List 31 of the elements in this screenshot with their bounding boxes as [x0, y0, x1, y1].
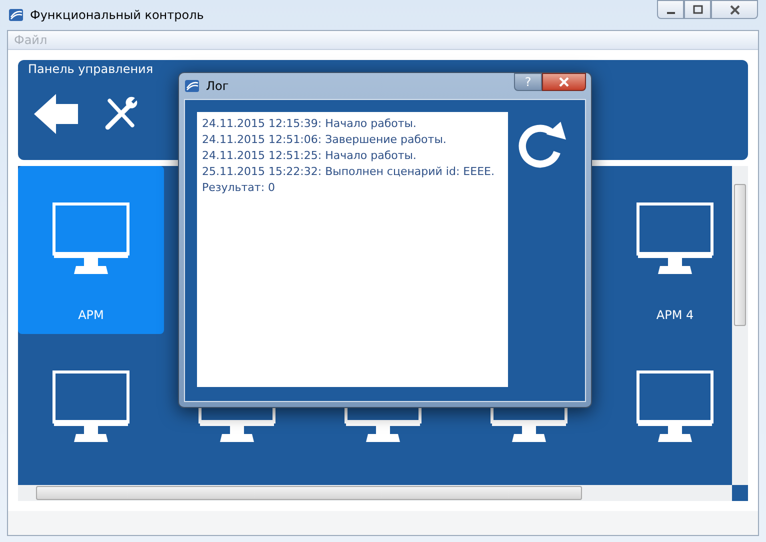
back-arrow-icon[interactable]	[34, 94, 80, 134]
log-line: 24.11.2015 12:15:39: Начало работы.	[202, 116, 416, 132]
vertical-scrollbar[interactable]	[732, 166, 748, 485]
app-logo-icon	[8, 7, 24, 23]
maximize-button[interactable]	[684, 0, 711, 19]
close-button[interactable]	[542, 73, 586, 91]
panel-title: Панель управления	[28, 62, 154, 76]
close-icon	[558, 77, 570, 87]
minimize-button[interactable]	[657, 0, 684, 19]
monitor-icon	[636, 202, 714, 274]
app-logo-icon	[184, 78, 200, 94]
close-icon	[728, 4, 740, 14]
monitor-icon	[636, 370, 714, 442]
log-line: 24.11.2015 12:51:06: Завершение работы.	[202, 132, 446, 148]
monitor-icon	[52, 370, 130, 442]
minimize-icon	[666, 12, 674, 14]
horizontal-scrollbar[interactable]	[18, 485, 732, 501]
close-button[interactable]	[711, 0, 758, 19]
log-text-area[interactable]: 24.11.2015 12:15:39: Начало работы. 24.11.2015 12:51:06: Завершение работы. 24.11.2015 12:51:25: Начало работы. 25.11.2015 15:22:32: Выполнен сценарий id: EEEE. Результат: 0	[197, 112, 508, 387]
window-title: Функциональный контроль	[30, 8, 204, 22]
help-button[interactable]: ?	[514, 73, 542, 91]
log-line: 25.11.2015 15:22:32: Выполнен сценарий id: EEEE.	[202, 164, 494, 180]
monitor-icon	[52, 202, 130, 274]
maximize-icon	[692, 4, 704, 14]
workstation-tile[interactable]: АРМ 4	[602, 166, 732, 334]
scrollbar-corner	[732, 485, 748, 501]
log-line: Результат: 0	[202, 180, 276, 196]
workstation-tile[interactable]: АРМ	[18, 166, 164, 334]
dialog-title: Лог	[206, 79, 229, 93]
log-line: 24.11.2015 12:51:25: Начало работы.	[202, 148, 416, 164]
refresh-icon[interactable]	[516, 120, 566, 170]
